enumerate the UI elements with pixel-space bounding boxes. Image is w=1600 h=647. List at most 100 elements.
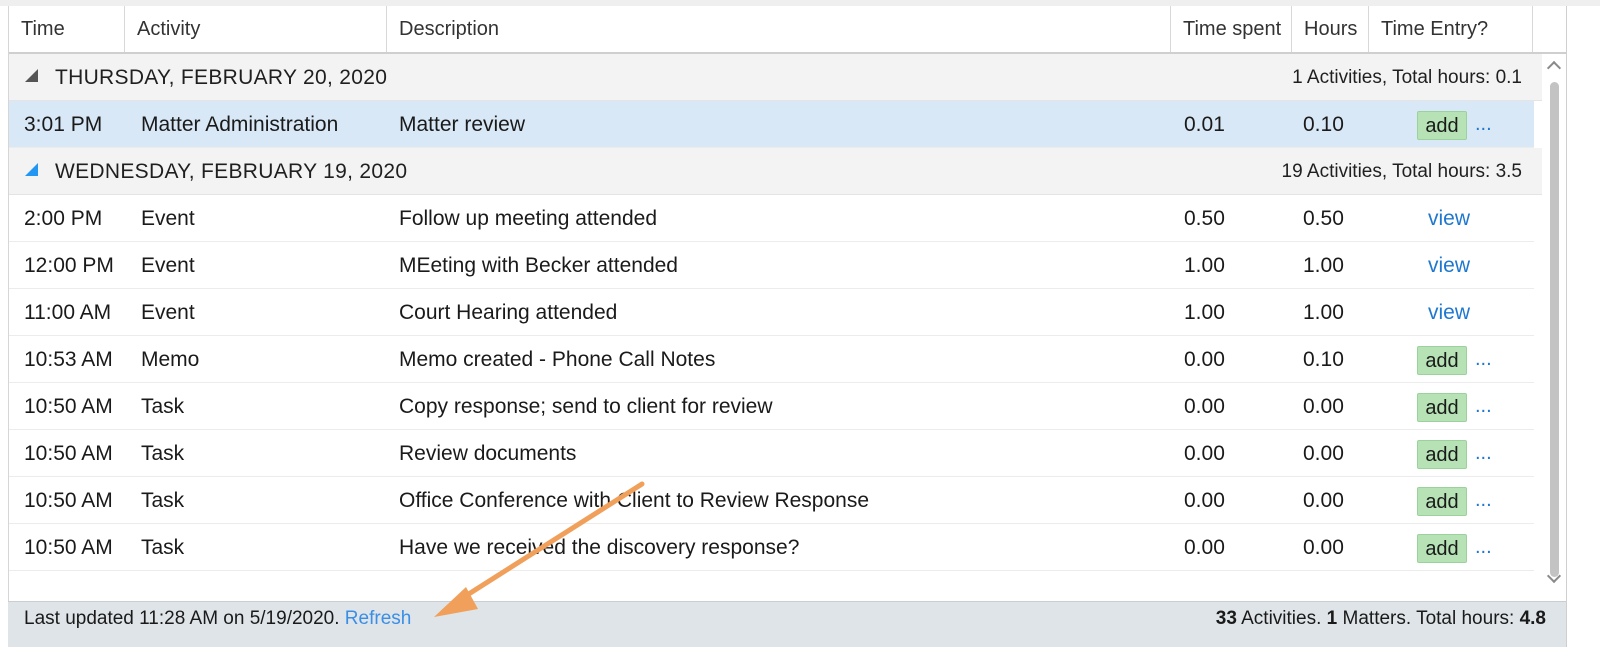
add-time-entry-button[interactable]: add [1417, 440, 1467, 469]
group-summary: 1 Activities, Total hours: 0.1 [1292, 67, 1522, 88]
row-time: 10:50 AM [24, 442, 113, 465]
status-bar: Last updated 11:28 AM on 5/19/2020. Refr… [8, 601, 1566, 647]
row-activity: Task [141, 536, 185, 559]
status-left: Last updated 11:28 AM on 5/19/2020. Refr… [24, 602, 411, 636]
view-time-entry-link[interactable]: view [1428, 195, 1470, 242]
group-header-row[interactable]: WEDNESDAY, FEBRUARY 19, 2020 19 Activiti… [9, 148, 1566, 195]
row-time: 11:00 AM [24, 301, 112, 324]
matters-label: Matters. Total hours: [1342, 608, 1515, 629]
row-time-spent: 0.00 [1184, 489, 1225, 512]
view-time-entry-link[interactable]: view [1428, 289, 1470, 336]
row-hours: 1.00 [1303, 254, 1344, 277]
row-activity: Task [141, 442, 185, 465]
row-hours: 0.50 [1303, 207, 1344, 230]
row-description: MEeting with Becker attended [399, 254, 678, 277]
add-time-entry-button[interactable]: add [1417, 534, 1467, 563]
row-hours: 0.00 [1303, 536, 1344, 559]
table-row[interactable]: 10:50 AM Task Copy response; send to cli… [9, 383, 1534, 430]
more-options-link[interactable]: ... [1475, 524, 1492, 571]
row-description: Have we received the discovery response? [399, 536, 800, 559]
refresh-link[interactable]: Refresh [345, 608, 412, 629]
add-time-entry-button[interactable]: add [1417, 393, 1467, 422]
row-time-spent: 0.00 [1184, 348, 1225, 371]
chevron-up-icon[interactable] [1546, 60, 1562, 76]
row-time-spent: 0.00 [1184, 395, 1225, 418]
table-row[interactable]: 10:50 AM Task Have we received the disco… [9, 524, 1534, 571]
row-hours: 0.00 [1303, 395, 1344, 418]
row-time-spent: 0.00 [1184, 442, 1225, 465]
row-description: Office Conference with Client to Review … [399, 489, 870, 512]
row-hours: 0.10 [1303, 348, 1344, 371]
row-time: 3:01 PM [24, 113, 103, 136]
column-header-time-spent[interactable]: Time spent [1171, 6, 1292, 52]
row-activity: Event [141, 207, 195, 230]
row-time-spent: 1.00 [1184, 254, 1225, 277]
table-row[interactable]: 10:50 AM Task Office Conference with Cli… [9, 477, 1534, 524]
row-time: 10:50 AM [24, 395, 113, 418]
row-time: 2:00 PM [24, 207, 103, 230]
row-time: 10:50 AM [24, 489, 113, 512]
table-row[interactable]: 10:50 AM Task Review documents 0.00 0.00… [9, 430, 1534, 477]
row-description: Memo created - Phone Call Notes [399, 348, 716, 371]
row-description: Follow up meeting attended [399, 207, 657, 230]
expand-triangle-icon[interactable] [25, 69, 38, 82]
row-hours: 0.10 [1303, 113, 1344, 136]
column-header-activity[interactable]: Activity [125, 6, 387, 52]
row-hours: 0.00 [1303, 442, 1344, 465]
activities-grid: Time Activity Description Time spent Hou… [8, 6, 1566, 607]
group-title: THURSDAY, FEBRUARY 20, 2020 [55, 66, 388, 89]
row-time-spent: 0.01 [1184, 113, 1225, 136]
group-summary: 19 Activities, Total hours: 3.5 [1281, 161, 1522, 182]
row-hours: 0.00 [1303, 489, 1344, 512]
table-row[interactable]: 10:53 AM Memo Memo created - Phone Call … [9, 336, 1534, 383]
activity-window: Time Activity Description Time spent Hou… [0, 0, 1600, 647]
last-updated-text: Last updated 11:28 AM on 5/19/2020. [24, 608, 340, 629]
vertical-scrollbar[interactable] [1542, 54, 1566, 607]
more-options-link[interactable]: ... [1475, 383, 1492, 430]
row-description: Copy response; send to client for review [399, 395, 773, 418]
row-time-spent: 0.00 [1184, 536, 1225, 559]
row-time: 10:50 AM [24, 536, 113, 559]
window-edge [1566, 6, 1600, 647]
more-options-link[interactable]: ... [1475, 336, 1492, 383]
row-activity: Matter Administration [141, 113, 339, 136]
grid-header: Time Activity Description Time spent Hou… [9, 6, 1566, 54]
row-time-spent: 0.50 [1184, 207, 1225, 230]
table-row[interactable]: 12:00 PM Event MEeting with Becker atten… [9, 242, 1534, 289]
group-header-row[interactable]: THURSDAY, FEBRUARY 20, 2020 1 Activities… [9, 54, 1566, 101]
activities-count: 33 [1215, 608, 1237, 629]
column-header-description[interactable]: Description [387, 6, 1171, 52]
row-time-spent: 1.00 [1184, 301, 1225, 324]
row-activity: Task [141, 489, 185, 512]
column-header-time-entry[interactable]: Time Entry? [1369, 6, 1533, 52]
activities-label: Activities. [1241, 608, 1322, 629]
scrollbar-thumb[interactable] [1550, 82, 1559, 577]
row-activity: Event [141, 254, 195, 277]
more-options-link[interactable]: ... [1475, 430, 1492, 477]
group-title: WEDNESDAY, FEBRUARY 19, 2020 [55, 160, 408, 183]
expand-triangle-icon[interactable] [25, 163, 38, 176]
row-time: 12:00 PM [24, 254, 114, 277]
column-header-hours[interactable]: Hours [1292, 6, 1369, 52]
view-time-entry-link[interactable]: view [1428, 242, 1470, 289]
row-description: Review documents [399, 442, 577, 465]
row-activity: Memo [141, 348, 200, 371]
row-hours: 1.00 [1303, 301, 1344, 324]
table-row[interactable]: 2:00 PM Event Follow up meeting attended… [9, 195, 1534, 242]
table-row[interactable]: 11:00 AM Event Court Hearing attended 1.… [9, 289, 1534, 336]
more-options-link[interactable]: ... [1475, 101, 1492, 148]
table-row[interactable]: 3:01 PM Matter Administration Matter rev… [9, 101, 1534, 148]
row-description: Court Hearing attended [399, 301, 618, 324]
more-options-link[interactable]: ... [1475, 477, 1492, 524]
add-time-entry-button[interactable]: add [1417, 111, 1467, 140]
column-header-time[interactable]: Time [9, 6, 125, 52]
add-time-entry-button[interactable]: add [1417, 487, 1467, 516]
total-hours-value: 4.8 [1519, 608, 1546, 629]
add-time-entry-button[interactable]: add [1417, 346, 1467, 375]
row-activity: Task [141, 395, 185, 418]
row-description: Matter review [399, 113, 526, 136]
grid-body: THURSDAY, FEBRUARY 20, 2020 1 Activities… [9, 54, 1566, 607]
matters-count: 1 [1326, 608, 1338, 629]
row-activity: Event [141, 301, 195, 324]
row-time: 10:53 AM [24, 348, 113, 371]
